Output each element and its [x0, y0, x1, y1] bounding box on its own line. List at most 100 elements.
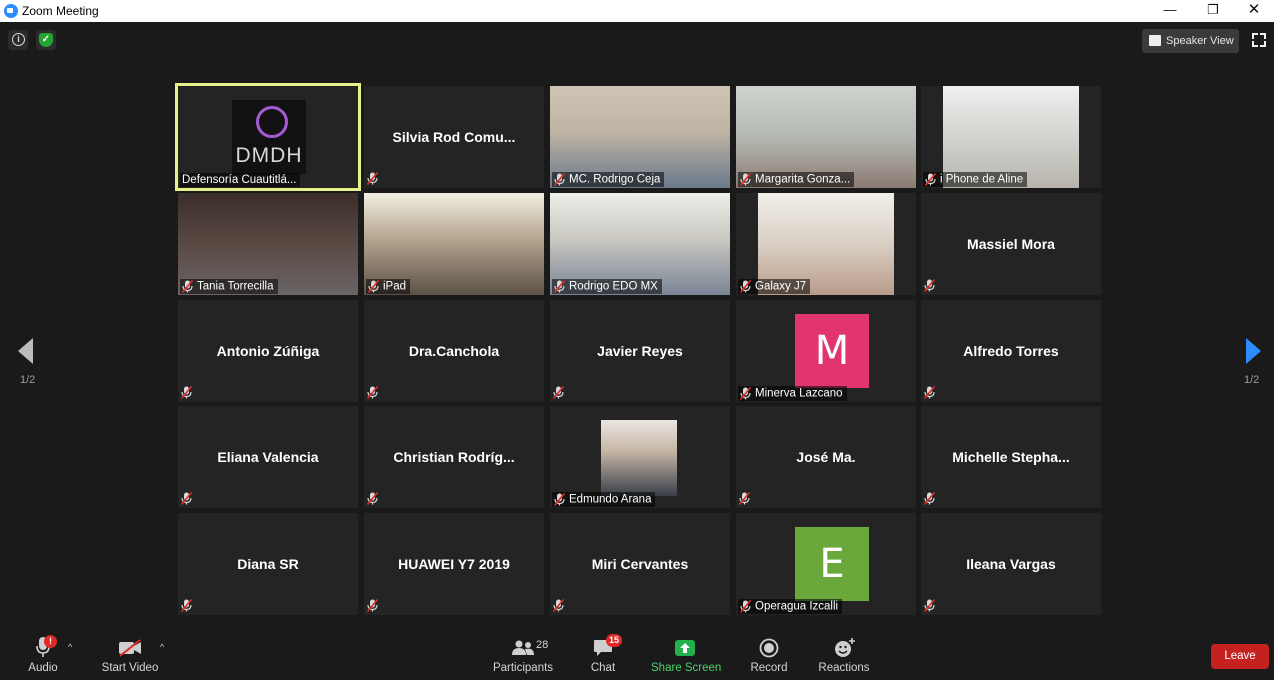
participant-profile-photo — [601, 420, 677, 496]
muted-microphone-icon — [740, 387, 751, 400]
participant-tile[interactable]: Margarita Gonza... — [736, 86, 916, 188]
participant-name: Tania Torrecilla — [197, 280, 274, 293]
muted-microphone-icon — [368, 280, 379, 293]
organization-logo: DMDH — [232, 100, 306, 174]
muted-microphone-icon — [181, 492, 192, 505]
record-icon — [759, 638, 779, 658]
participant-name: iPad — [383, 280, 407, 293]
record-label: Record — [750, 662, 788, 674]
participant-tile[interactable]: HUAWEI Y7 2019 — [364, 513, 544, 615]
minimize-button[interactable]: — — [1150, 0, 1190, 22]
participant-tile[interactable]: Diana SR — [178, 513, 358, 615]
share-screen-label: Share Screen — [651, 662, 722, 674]
speaker-view-button[interactable]: Speaker View — [1142, 29, 1239, 53]
participant-name: Silvia Rod Comu... — [392, 129, 516, 145]
muted-microphone-icon — [554, 280, 565, 293]
participant-tile[interactable]: Dra.Canchola — [364, 300, 544, 402]
leave-meeting-button[interactable]: Leave — [1211, 644, 1269, 669]
title-bar: Zoom Meeting — ❐ ✕ — [0, 0, 1274, 22]
participant-tile[interactable]: Silvia Rod Comu... — [364, 86, 544, 188]
audio-alert-badge: ! — [44, 635, 57, 648]
participant-tile[interactable]: MC. Rodrigo Ceja — [550, 86, 730, 188]
participant-avatar: E — [795, 527, 869, 601]
participant-name-label: Defensoría Cuautitlá... — [180, 173, 301, 187]
emoji-reactions-icon — [835, 638, 855, 657]
participant-name-label: Galaxy J7 — [738, 279, 811, 294]
muted-microphone-icon — [367, 386, 378, 399]
meeting-toolbar: ! Audio ^ Start Video ^ 28 Participants … — [0, 626, 1274, 680]
participant-tile[interactable]: Eliana Valencia — [178, 406, 358, 508]
share-screen-icon — [675, 640, 695, 656]
participant-name-label: Minerva Lazcano — [738, 386, 847, 401]
muted-microphone-icon — [554, 173, 565, 186]
share-screen-button[interactable]: Share Screen — [651, 626, 722, 680]
participant-name: Michelle Stepha... — [952, 449, 1070, 465]
participant-name-label: Tania Torrecilla — [180, 279, 278, 294]
participant-name: Dra.Canchola — [408, 343, 500, 359]
muted-microphone-icon — [182, 280, 193, 293]
audio-options-chevron-icon[interactable]: ^ — [68, 642, 72, 652]
participant-name: Javier Reyes — [597, 343, 683, 359]
participant-tile[interactable]: Rodrigo EDO MX — [550, 193, 730, 295]
page-indicator-right: 1/2 — [1244, 374, 1260, 386]
muted-microphone-icon — [925, 173, 936, 186]
participant-name-label: MC. Rodrigo Ceja — [552, 172, 665, 187]
start-video-button[interactable]: Start Video — [100, 626, 160, 680]
participants-label: Participants — [492, 662, 554, 674]
participant-tile[interactable]: Ileana Vargas — [921, 513, 1101, 615]
participant-name: Minerva Lazcano — [755, 387, 843, 400]
record-button[interactable]: Record — [748, 626, 790, 680]
participant-tile[interactable]: Michelle Stepha... — [921, 406, 1101, 508]
previous-page-arrow-icon[interactable] — [18, 338, 33, 364]
participant-tile[interactable]: Galaxy J7 — [736, 193, 916, 295]
participant-tile[interactable]: José Ma. — [736, 406, 916, 508]
participants-icon — [512, 640, 534, 655]
participant-tile[interactable]: DMDH Defensoría Cuautitlá... — [175, 83, 361, 191]
participant-tile[interactable]: iPad — [364, 193, 544, 295]
reactions-button[interactable]: Reactions — [816, 626, 872, 680]
audio-button[interactable]: ! Audio — [22, 626, 64, 680]
participant-name-label: Operagua Izcalli — [738, 599, 843, 614]
encryption-shield-icon[interactable] — [36, 30, 56, 50]
participant-name: Eliana Valencia — [217, 449, 319, 465]
participant-name: Miri Cervantes — [591, 556, 689, 572]
participant-name: Christian Rodríg... — [393, 449, 515, 465]
speaker-view-label: Speaker View — [1166, 35, 1234, 47]
participant-tile[interactable]: Edmundo Arana — [550, 406, 730, 508]
participant-tile[interactable]: Alfredo Torres — [921, 300, 1101, 402]
muted-microphone-icon — [924, 386, 935, 399]
audio-label: Audio — [28, 662, 58, 674]
video-off-icon — [119, 639, 141, 657]
participant-tile[interactable]: Christian Rodríg... — [364, 406, 544, 508]
participant-name: Rodrigo EDO MX — [569, 280, 658, 293]
close-button[interactable]: ✕ — [1234, 0, 1274, 22]
fullscreen-icon[interactable] — [1252, 33, 1266, 47]
participant-tile[interactable]: Miri Cervantes — [550, 513, 730, 615]
video-options-chevron-icon[interactable]: ^ — [160, 642, 164, 652]
restore-button[interactable]: ❐ — [1193, 0, 1233, 22]
muted-microphone-icon — [740, 280, 751, 293]
meeting-info-icon[interactable] — [8, 30, 28, 50]
muted-microphone-icon — [924, 279, 935, 292]
muted-microphone-icon — [740, 173, 751, 186]
participant-name: HUAWEI Y7 2019 — [398, 556, 510, 572]
chat-button[interactable]: 15 Chat — [584, 626, 623, 680]
participant-tile[interactable]: E Operagua Izcalli — [736, 513, 916, 615]
participant-name: MC. Rodrigo Ceja — [569, 173, 661, 186]
participant-tile[interactable]: M Minerva Lazcano — [736, 300, 916, 402]
participant-name: Galaxy J7 — [755, 280, 807, 293]
participant-name: Operagua Izcalli — [755, 600, 839, 613]
participant-tile[interactable]: i Phone de Aline — [921, 86, 1101, 188]
next-page-arrow-icon[interactable] — [1246, 338, 1261, 364]
participants-button[interactable]: 28 Participants — [490, 626, 556, 680]
muted-microphone-icon — [367, 492, 378, 505]
reactions-label: Reactions — [818, 662, 870, 674]
participant-tile[interactable]: Tania Torrecilla — [178, 193, 358, 295]
participant-name: Margarita Gonza... — [755, 173, 851, 186]
participant-tile[interactable]: Massiel Mora — [921, 193, 1101, 295]
participant-name: Antonio Zúñiga — [216, 343, 320, 359]
muted-microphone-icon — [181, 386, 192, 399]
muted-microphone-icon — [739, 492, 750, 505]
participant-tile[interactable]: Javier Reyes — [550, 300, 730, 402]
participant-tile[interactable]: Antonio Zúñiga — [178, 300, 358, 402]
